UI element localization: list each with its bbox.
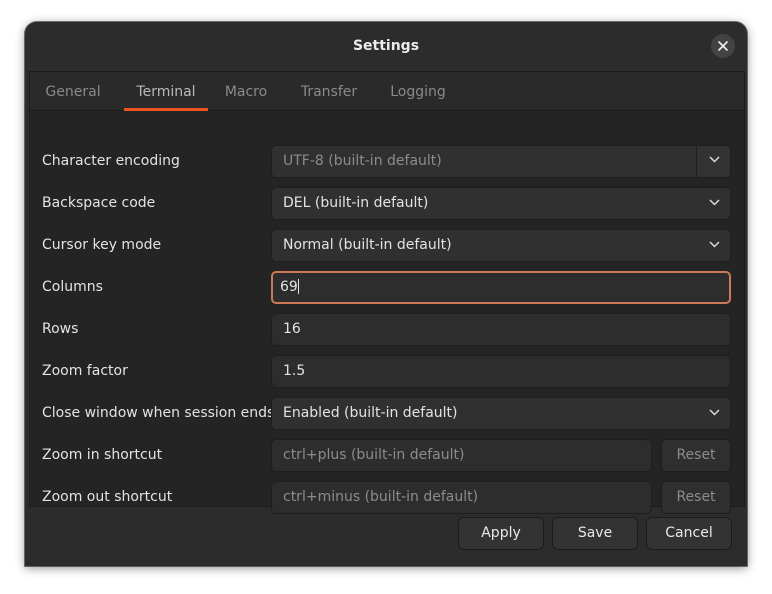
columns-label: Columns bbox=[42, 279, 103, 295]
rows-input[interactable]: 16 bbox=[271, 313, 731, 346]
cancel-button[interactable]: Cancel bbox=[646, 517, 732, 550]
zoom-out-shortcut-input[interactable]: ctrl+minus (built-in default) bbox=[271, 481, 652, 514]
chevron-down-icon bbox=[709, 241, 720, 248]
backspace-code-value: DEL (built-in default) bbox=[283, 195, 429, 211]
text-cursor bbox=[297, 279, 299, 294]
columns-input[interactable]: 69 bbox=[271, 271, 731, 304]
rows-label: Rows bbox=[42, 321, 79, 337]
tab-label: General bbox=[45, 84, 101, 100]
zoom-factor-label: Zoom factor bbox=[42, 363, 128, 379]
tab-macro[interactable]: Macro bbox=[216, 72, 276, 110]
tab-logging[interactable]: Logging bbox=[382, 72, 454, 110]
zoom-factor-input[interactable]: 1.5 bbox=[271, 355, 731, 388]
apply-button[interactable]: Apply bbox=[458, 517, 544, 550]
cursor-key-mode-label: Cursor key mode bbox=[42, 237, 162, 253]
chevron-down-icon bbox=[709, 156, 720, 163]
zoom-in-shortcut-input[interactable]: ctrl+plus (built-in default) bbox=[271, 439, 652, 472]
zoom-out-shortcut-placeholder: ctrl+minus (built-in default) bbox=[283, 489, 479, 505]
cursor-key-mode-dropdown[interactable]: Normal (built-in default) bbox=[271, 229, 731, 262]
close-window-value: Enabled (built-in default) bbox=[283, 405, 458, 421]
zoom-in-shortcut-label: Zoom in shortcut bbox=[42, 447, 163, 463]
zoom-in-reset-button[interactable]: Reset bbox=[661, 439, 731, 472]
character-encoding-dropdown-button[interactable] bbox=[696, 146, 730, 177]
tab-general[interactable]: General bbox=[38, 72, 108, 110]
tab-transfer[interactable]: Transfer bbox=[292, 72, 366, 110]
tab-label: Terminal bbox=[136, 84, 196, 100]
tab-terminal[interactable]: Terminal bbox=[124, 72, 208, 111]
tab-label: Logging bbox=[390, 84, 446, 100]
rows-value: 16 bbox=[283, 321, 301, 337]
zoom-in-shortcut-placeholder: ctrl+plus (built-in default) bbox=[283, 447, 465, 463]
chevron-down-icon bbox=[709, 199, 720, 206]
zoom-out-reset-button[interactable]: Reset bbox=[661, 481, 731, 514]
settings-pane: General Terminal Macro Transfer Logging … bbox=[29, 71, 745, 514]
active-tab-indicator bbox=[124, 108, 208, 111]
close-icon bbox=[718, 41, 728, 51]
chevron-down-icon bbox=[709, 409, 720, 416]
character-encoding-value: UTF-8 (built-in default) bbox=[283, 153, 442, 169]
columns-value: 69 bbox=[280, 279, 298, 295]
tab-bar: General Terminal Macro Transfer Logging bbox=[30, 72, 744, 111]
close-window-label: Close window when session ends bbox=[42, 405, 275, 421]
close-button[interactable] bbox=[711, 34, 735, 58]
character-encoding-label: Character encoding bbox=[42, 153, 180, 169]
dialog-title: Settings bbox=[352, 38, 420, 54]
zoom-factor-value: 1.5 bbox=[283, 363, 306, 379]
zoom-out-shortcut-label: Zoom out shortcut bbox=[42, 489, 173, 505]
backspace-code-label: Backspace code bbox=[42, 195, 156, 211]
title-bar: Settings bbox=[25, 22, 747, 69]
tab-label: Macro bbox=[224, 84, 268, 100]
close-window-dropdown[interactable]: Enabled (built-in default) bbox=[271, 397, 731, 430]
save-button[interactable]: Save bbox=[552, 517, 638, 550]
backspace-code-dropdown[interactable]: DEL (built-in default) bbox=[271, 187, 731, 220]
settings-dialog: Settings General Terminal Macro Transfer… bbox=[25, 22, 747, 566]
cursor-key-mode-value: Normal (built-in default) bbox=[283, 237, 452, 253]
tab-label: Transfer bbox=[300, 84, 358, 100]
character-encoding-select[interactable]: UTF-8 (built-in default) bbox=[271, 145, 731, 178]
